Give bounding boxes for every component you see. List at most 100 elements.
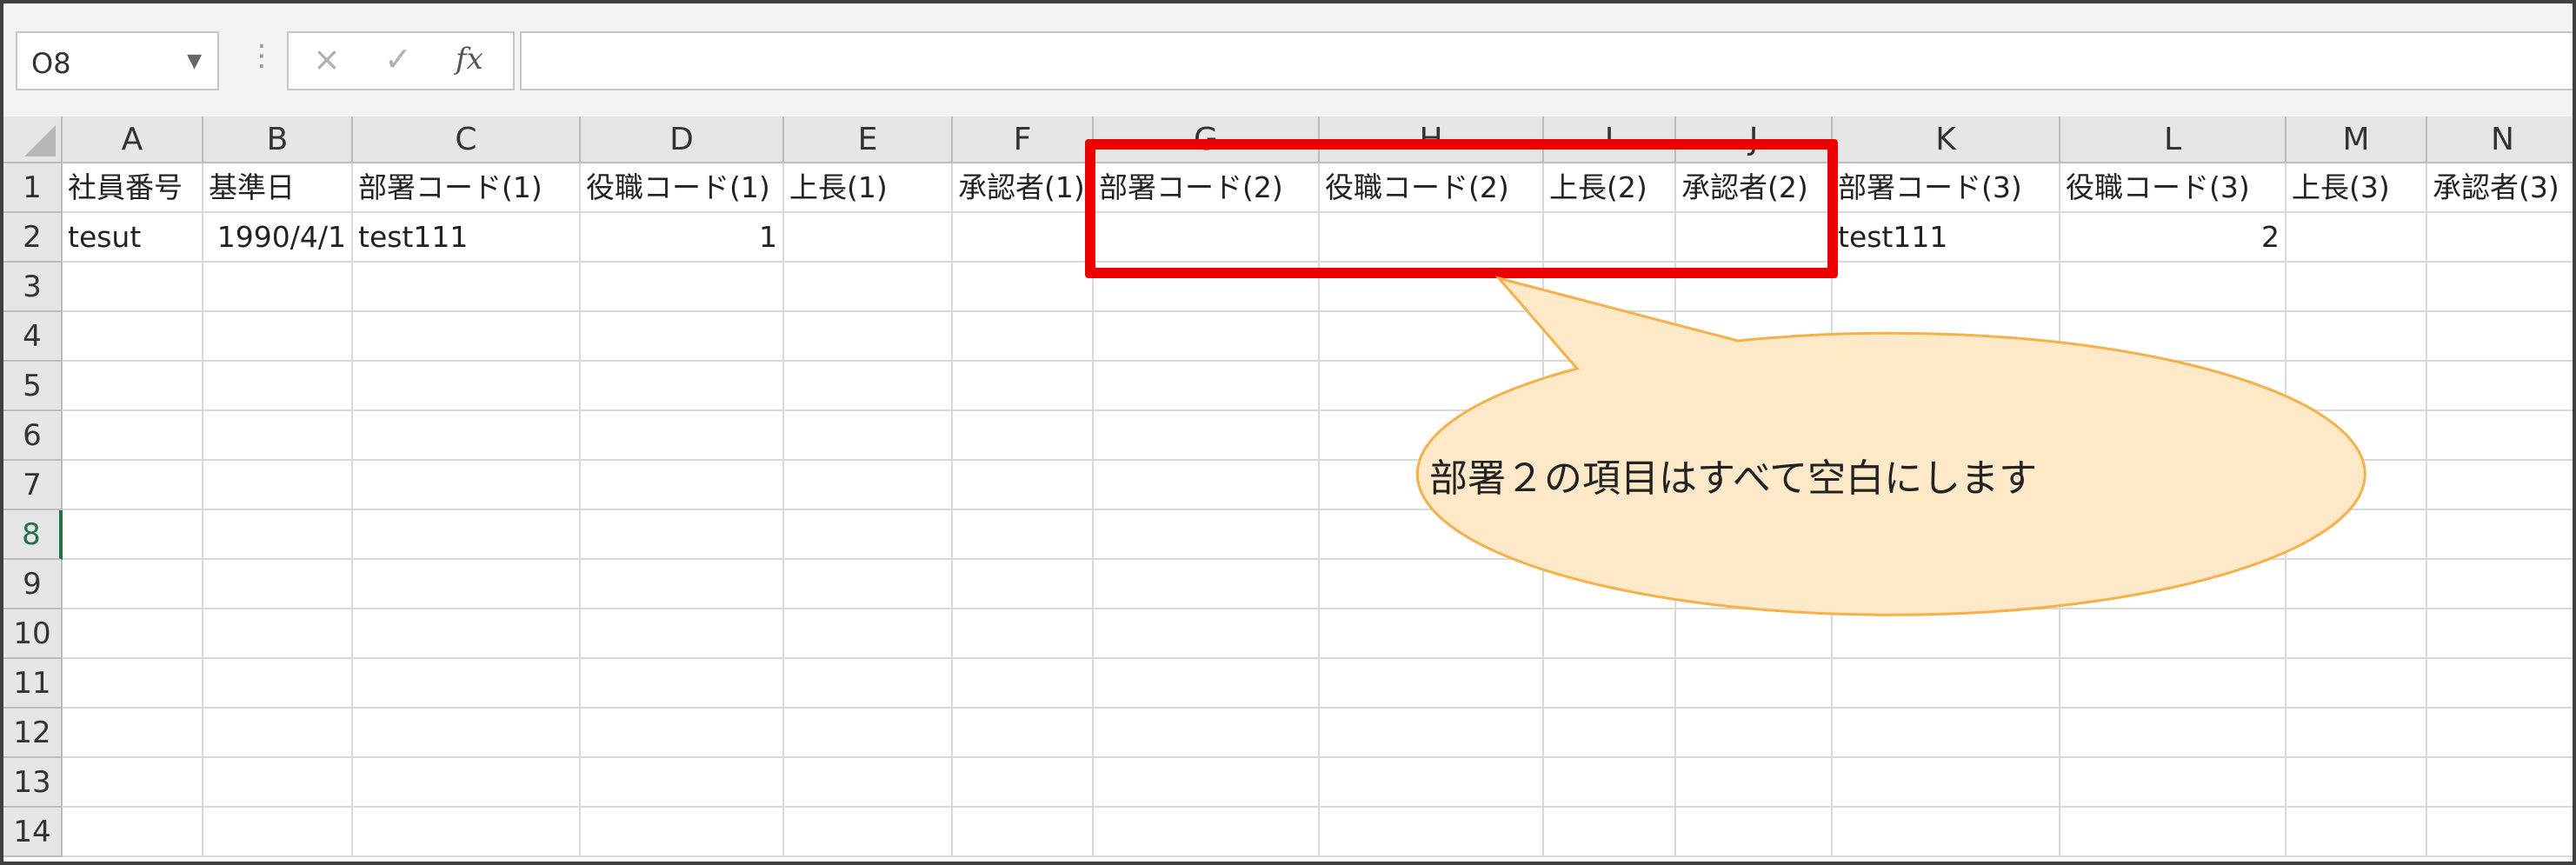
cell-k5[interactable] bbox=[1833, 362, 2060, 411]
cell-k1[interactable]: 部署コード(3) bbox=[1833, 163, 2060, 213]
cell-f13[interactable] bbox=[953, 758, 1094, 808]
cell-h12[interactable] bbox=[1320, 709, 1544, 758]
cell-h5[interactable] bbox=[1320, 362, 1544, 411]
cell-d9[interactable] bbox=[581, 560, 784, 609]
cell-h10[interactable] bbox=[1320, 609, 1544, 659]
cell-f10[interactable] bbox=[953, 609, 1094, 659]
row-header-8[interactable]: 8 bbox=[3, 510, 63, 560]
row-header-9[interactable]: 9 bbox=[3, 560, 63, 609]
cell-e6[interactable] bbox=[784, 411, 953, 461]
cell-c13[interactable] bbox=[353, 758, 581, 808]
cell-f7[interactable] bbox=[953, 461, 1094, 510]
column-header-a[interactable]: A bbox=[63, 116, 203, 163]
row-header-5[interactable]: 5 bbox=[3, 362, 63, 411]
cell-l2[interactable]: 2 bbox=[2060, 213, 2286, 263]
column-header-e[interactable]: E bbox=[784, 116, 953, 163]
cell-g5[interactable] bbox=[1094, 362, 1320, 411]
cell-j12[interactable] bbox=[1676, 709, 1833, 758]
cell-h8[interactable] bbox=[1320, 510, 1544, 560]
cell-i11[interactable] bbox=[1544, 659, 1676, 709]
cell-i13[interactable] bbox=[1544, 758, 1676, 808]
cell-k12[interactable] bbox=[1833, 709, 2060, 758]
cell-k8[interactable] bbox=[1833, 510, 2060, 560]
cell-f12[interactable] bbox=[953, 709, 1094, 758]
cell-e11[interactable] bbox=[784, 659, 953, 709]
cell-b7[interactable] bbox=[203, 461, 353, 510]
cell-c9[interactable] bbox=[353, 560, 581, 609]
cell-d10[interactable] bbox=[581, 609, 784, 659]
cell-j11[interactable] bbox=[1676, 659, 1833, 709]
cell-d12[interactable] bbox=[581, 709, 784, 758]
column-header-n[interactable]: N bbox=[2427, 116, 2573, 163]
cell-c14[interactable] bbox=[353, 808, 581, 857]
cell-b12[interactable] bbox=[203, 709, 353, 758]
cell-b1[interactable]: 基準日 bbox=[203, 163, 353, 213]
cell-h11[interactable] bbox=[1320, 659, 1544, 709]
column-header-b[interactable]: B bbox=[203, 116, 353, 163]
cell-a11[interactable] bbox=[63, 659, 203, 709]
cell-a5[interactable] bbox=[63, 362, 203, 411]
cell-c11[interactable] bbox=[353, 659, 581, 709]
cell-d6[interactable] bbox=[581, 411, 784, 461]
column-header-f[interactable]: F bbox=[953, 116, 1094, 163]
cell-k13[interactable] bbox=[1833, 758, 2060, 808]
cell-g14[interactable] bbox=[1094, 808, 1320, 857]
cell-k2[interactable]: test111 bbox=[1833, 213, 2060, 263]
cell-c1[interactable]: 部署コード(1) bbox=[353, 163, 581, 213]
cell-e13[interactable] bbox=[784, 758, 953, 808]
row-header-2[interactable]: 2 bbox=[3, 213, 63, 263]
cell-l4[interactable] bbox=[2060, 312, 2286, 362]
cell-j10[interactable] bbox=[1676, 609, 1833, 659]
cell-e2[interactable] bbox=[784, 213, 953, 263]
cell-a4[interactable] bbox=[63, 312, 203, 362]
cell-n13[interactable] bbox=[2427, 758, 2573, 808]
cell-c2[interactable]: test111 bbox=[353, 213, 581, 263]
cell-m13[interactable] bbox=[2286, 758, 2427, 808]
cell-f4[interactable] bbox=[953, 312, 1094, 362]
row-header-13[interactable]: 13 bbox=[3, 758, 63, 808]
cell-h14[interactable] bbox=[1320, 808, 1544, 857]
cell-f5[interactable] bbox=[953, 362, 1094, 411]
cell-m2[interactable] bbox=[2286, 213, 2427, 263]
cell-j4[interactable] bbox=[1676, 312, 1833, 362]
cell-l11[interactable] bbox=[2060, 659, 2286, 709]
cell-m10[interactable] bbox=[2286, 609, 2427, 659]
cell-c6[interactable] bbox=[353, 411, 581, 461]
cell-e12[interactable] bbox=[784, 709, 953, 758]
cell-n5[interactable] bbox=[2427, 362, 2573, 411]
cell-k10[interactable] bbox=[1833, 609, 2060, 659]
cell-e3[interactable] bbox=[784, 263, 953, 312]
cell-j13[interactable] bbox=[1676, 758, 1833, 808]
cell-b8[interactable] bbox=[203, 510, 353, 560]
cell-g13[interactable] bbox=[1094, 758, 1320, 808]
row-header-1[interactable]: 1 bbox=[3, 163, 63, 213]
select-all-button[interactable] bbox=[3, 116, 63, 163]
cell-n3[interactable] bbox=[2427, 263, 2573, 312]
cell-f8[interactable] bbox=[953, 510, 1094, 560]
cell-f1[interactable]: 承認者(1) bbox=[953, 163, 1094, 213]
cell-c12[interactable] bbox=[353, 709, 581, 758]
cell-a6[interactable] bbox=[63, 411, 203, 461]
cell-b9[interactable] bbox=[203, 560, 353, 609]
cell-m3[interactable] bbox=[2286, 263, 2427, 312]
cell-m12[interactable] bbox=[2286, 709, 2427, 758]
formula-input[interactable] bbox=[520, 31, 2573, 90]
cell-n11[interactable] bbox=[2427, 659, 2573, 709]
cell-i10[interactable] bbox=[1544, 609, 1676, 659]
cell-n14[interactable] bbox=[2427, 808, 2573, 857]
column-header-k[interactable]: K bbox=[1833, 116, 2060, 163]
cell-b3[interactable] bbox=[203, 263, 353, 312]
cell-a13[interactable] bbox=[63, 758, 203, 808]
cell-d13[interactable] bbox=[581, 758, 784, 808]
cell-k4[interactable] bbox=[1833, 312, 2060, 362]
cell-m11[interactable] bbox=[2286, 659, 2427, 709]
cell-l8[interactable] bbox=[2060, 510, 2286, 560]
cell-k14[interactable] bbox=[1833, 808, 2060, 857]
cell-k9[interactable] bbox=[1833, 560, 2060, 609]
cell-a14[interactable] bbox=[63, 808, 203, 857]
column-header-c[interactable]: C bbox=[353, 116, 581, 163]
cell-n6[interactable] bbox=[2427, 411, 2573, 461]
cell-b11[interactable] bbox=[203, 659, 353, 709]
cell-b4[interactable] bbox=[203, 312, 353, 362]
cell-d14[interactable] bbox=[581, 808, 784, 857]
